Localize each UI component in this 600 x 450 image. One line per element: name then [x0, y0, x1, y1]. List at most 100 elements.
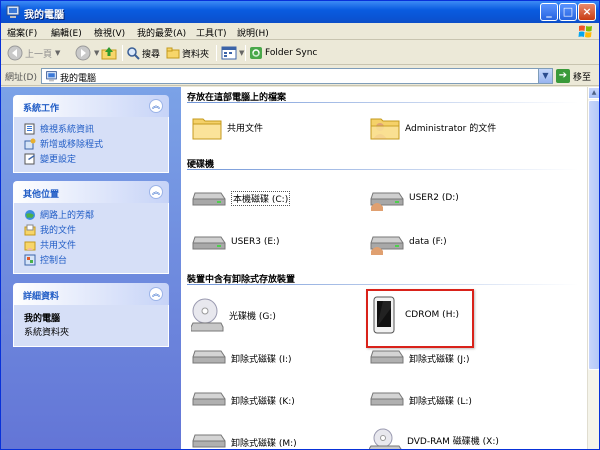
address-input[interactable]: 我的電腦 ▼: [41, 68, 553, 84]
item-label: DVD-RAM 磁碟機 (X:): [407, 436, 499, 447]
menu-edit[interactable]: 編輯(E): [51, 26, 82, 39]
other-places-title: 其他位置: [23, 190, 60, 200]
hard-drive-icon: [192, 192, 226, 206]
item-label: 卸除式磁碟 (K:): [231, 396, 295, 407]
go-label: 移至: [573, 72, 592, 83]
settings-icon: [24, 153, 35, 164]
address-label: 網址(D): [5, 73, 37, 83]
forward-arrow-icon: [75, 45, 91, 61]
folders-icon: [166, 47, 180, 59]
drive-item[interactable]: DVD-RAM 磁碟機 (X:): [369, 427, 499, 449]
file-list: 存放在這部電腦上的檔案 共用文件 Administrator 的文件 硬碟機 本…: [181, 87, 587, 449]
forward-button[interactable]: ▼: [75, 44, 99, 62]
windows-logo-icon: [578, 25, 592, 38]
drive-item[interactable]: 卸除式磁碟 (J:): [369, 345, 470, 371]
views-button[interactable]: ▼: [221, 44, 244, 62]
highlight-box: [366, 289, 474, 348]
window-title: 我的電腦: [24, 10, 64, 21]
menu-view[interactable]: 檢視(V): [94, 26, 125, 39]
drive-item[interactable]: USER2 (D:): [369, 183, 459, 213]
link-label: 網路上的芳鄰: [40, 211, 95, 221]
collapse-chevron-icon[interactable]: ︽: [149, 185, 163, 199]
group-header-stored-files: 存放在這部電腦上的檔案: [187, 90, 585, 104]
go-button[interactable]: ➔ 移至: [556, 68, 591, 84]
details-header[interactable]: 詳細資料 ︽: [13, 283, 169, 305]
group-header-removable-storage: 裝置中含有卸除式存放裝置: [187, 272, 585, 286]
back-dropdown-icon[interactable]: ▼: [55, 49, 60, 57]
folder-sync-label: Folder Sync: [265, 48, 318, 58]
folder-item[interactable]: Administrator 的文件: [369, 109, 496, 145]
maximize-button[interactable]: □: [559, 3, 577, 21]
menu-help[interactable]: 說明(H): [237, 26, 269, 39]
drive-item[interactable]: USER3 (E:): [191, 227, 280, 257]
collapse-chevron-icon[interactable]: ︽: [149, 287, 163, 301]
collapse-chevron-icon[interactable]: ︽: [149, 99, 163, 113]
address-dropdown-icon[interactable]: ▼: [538, 69, 552, 83]
shared-documents-link[interactable]: 共用文件: [24, 237, 160, 252]
details-title: 詳細資料: [23, 292, 60, 302]
removable-disk-icon: [370, 392, 404, 406]
menu-bar: 檔案(F) 編輯(E) 檢視(V) 我的最愛(A) 工具(T) 說明(H): [1, 23, 599, 40]
details-description: 系統資料夾: [24, 328, 70, 338]
folder-sync-button[interactable]: Folder Sync: [249, 44, 317, 62]
view-system-info-link[interactable]: 檢視系統資訊: [24, 121, 160, 136]
system-info-icon: [24, 123, 35, 134]
forward-dropdown-icon[interactable]: ▼: [94, 49, 99, 57]
back-button[interactable]: 上一頁 ▼: [7, 44, 60, 62]
item-label: USER3 (E:): [231, 237, 280, 247]
folder-item[interactable]: 共用文件: [191, 109, 263, 145]
my-documents-link[interactable]: 我的文件: [24, 222, 160, 237]
drive-item[interactable]: 光碟機 (G:): [191, 295, 276, 335]
item-label: USER2 (D:): [409, 193, 459, 203]
title-bar[interactable]: 我的電腦 _ □ ×: [1, 1, 599, 23]
other-places-header[interactable]: 其他位置 ︽: [13, 181, 169, 203]
menu-tools[interactable]: 工具(T): [196, 26, 227, 39]
folder-sync-icon: [250, 47, 262, 59]
drive-item[interactable]: 本機磁碟 (C:): [191, 183, 291, 213]
explorer-window: 我的電腦 _ □ × 檔案(F) 編輯(E) 檢視(V) 我的最愛(A) 工具(…: [0, 0, 600, 450]
link-label: 控制台: [40, 256, 68, 266]
system-tasks-header[interactable]: 系統工作 ︽: [13, 95, 169, 117]
folder-up-icon: [101, 47, 117, 60]
item-label: 卸除式磁碟 (M:): [231, 438, 297, 449]
drive-item[interactable]: 卸除式磁碟 (K:): [191, 387, 295, 413]
my-computer-icon: [46, 71, 57, 82]
item-label: 卸除式磁碟 (J:): [409, 354, 470, 365]
drive-item[interactable]: 卸除式磁碟 (I:): [191, 345, 292, 371]
close-button[interactable]: ×: [578, 3, 596, 21]
menu-file[interactable]: 檔案(F): [7, 26, 37, 39]
item-label: 本機磁碟 (C:): [231, 190, 291, 206]
add-remove-programs-link[interactable]: 新增或移除程式: [24, 136, 160, 151]
details-name: 我的電腦: [24, 314, 61, 324]
change-settings-link[interactable]: 變更設定: [24, 151, 160, 166]
drive-item[interactable]: 卸除式磁碟 (M:): [191, 429, 297, 449]
back-label: 上一頁: [25, 49, 53, 60]
drive-item[interactable]: data (F:): [369, 227, 447, 257]
link-label: 共用文件: [40, 241, 77, 251]
search-button[interactable]: 搜尋: [126, 44, 160, 62]
removable-disk-icon: [192, 392, 226, 406]
minimize-button[interactable]: _: [540, 3, 558, 21]
item-label: 卸除式磁碟 (I:): [231, 354, 292, 365]
shared-hard-drive-icon: [370, 192, 404, 211]
link-label: 變更設定: [40, 155, 77, 165]
group-header-hard-drives: 硬碟機: [187, 157, 585, 171]
folder-icon: [192, 118, 222, 140]
task-pane: 系統工作 ︽ 檢視系統資訊 新增或移除程式 變更設定 其他位置 ︽ 網路上的芳鄰…: [1, 87, 181, 449]
scroll-up-arrow-icon[interactable]: ▲: [588, 87, 599, 99]
menu-favorites[interactable]: 我的最愛(A): [137, 26, 186, 39]
control-panel-link[interactable]: 控制台: [24, 252, 160, 267]
drive-item[interactable]: 卸除式磁碟 (L:): [369, 387, 472, 413]
network-places-link[interactable]: 網路上的芳鄰: [24, 207, 160, 222]
scroll-thumb[interactable]: [588, 100, 599, 370]
folders-button[interactable]: 資料夾: [166, 44, 209, 62]
address-value: 我的電腦: [60, 74, 97, 84]
removable-disk-icon: [192, 350, 226, 364]
vertical-scrollbar[interactable]: ▲: [587, 87, 599, 449]
search-icon: [127, 47, 140, 60]
folders-label: 資料夾: [182, 49, 210, 60]
shared-folder-icon: [24, 241, 36, 250]
system-tasks-panel: 系統工作 ︽ 檢視系統資訊 新增或移除程式 變更設定: [13, 95, 169, 173]
up-button[interactable]: [101, 44, 119, 62]
my-documents-folder-icon: [24, 224, 36, 235]
